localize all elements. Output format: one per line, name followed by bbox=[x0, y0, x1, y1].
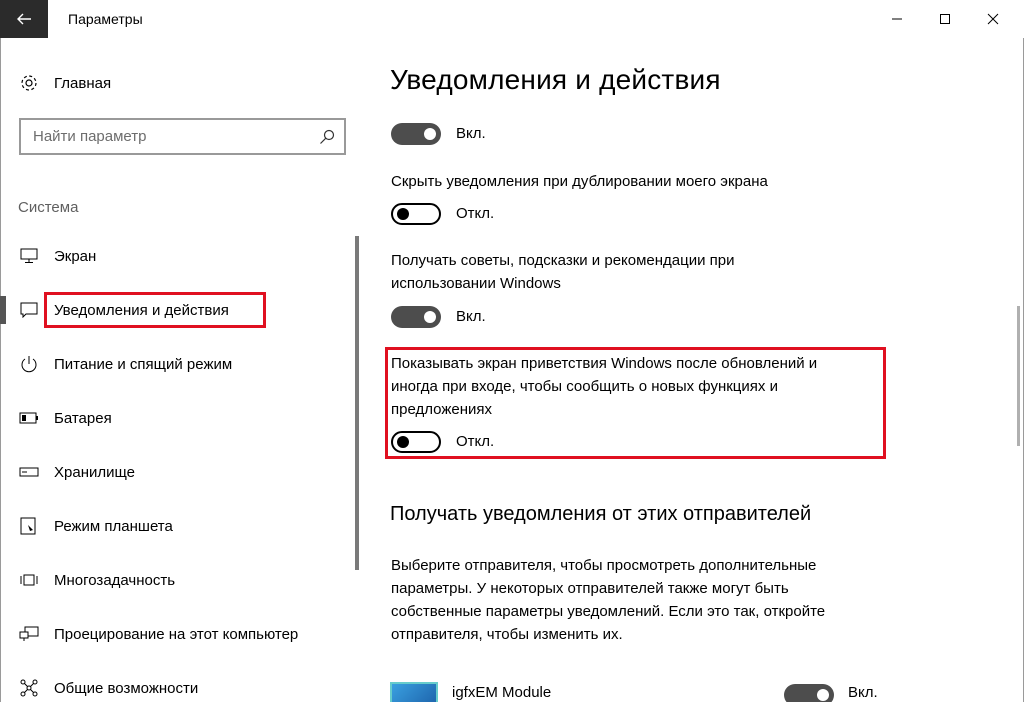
setting-2-state: Вкл. bbox=[456, 308, 486, 325]
active-indicator bbox=[0, 296, 6, 324]
setting-2-label-line1: Получать советы, подсказки и рекомендаци… bbox=[391, 252, 735, 269]
search-box[interactable] bbox=[19, 118, 346, 155]
multitask-icon bbox=[18, 569, 40, 591]
sidebar-item-shared-experiences[interactable]: Общие возможности bbox=[0, 666, 350, 702]
sidebar-item-multitasking[interactable]: Многозадачность bbox=[0, 558, 350, 602]
power-icon bbox=[18, 353, 40, 375]
sidebar-item-label: Хранилище bbox=[54, 463, 135, 481]
toggle-knob bbox=[817, 689, 829, 701]
sidebar-item-power[interactable]: Питание и спящий режим bbox=[0, 342, 350, 386]
monitor-icon bbox=[18, 245, 40, 267]
highlight-box-sidebar bbox=[44, 292, 266, 328]
project-icon bbox=[18, 623, 40, 645]
maximize-button[interactable] bbox=[922, 0, 968, 38]
maximize-icon bbox=[940, 14, 950, 24]
toggle-knob bbox=[397, 208, 409, 220]
senders-desc-line: Выберите отправителя, чтобы просмотреть … bbox=[391, 557, 817, 574]
sidebar-item-label: Многозадачность bbox=[54, 571, 176, 589]
back-button[interactable] bbox=[0, 0, 48, 38]
senders-desc-line: параметры. У некоторых отправителей такж… bbox=[391, 580, 789, 597]
close-icon bbox=[987, 13, 999, 25]
toggle-knob bbox=[424, 311, 436, 323]
minimize-button[interactable] bbox=[874, 0, 920, 38]
sidebar-home[interactable]: Главная bbox=[18, 72, 111, 94]
setting-2-toggle[interactable] bbox=[391, 306, 441, 328]
home-label: Главная bbox=[54, 74, 112, 92]
sidebar-item-label: Проецирование на этот компьютер bbox=[54, 625, 299, 643]
battery-icon bbox=[18, 407, 40, 429]
setting-1-state: Откл. bbox=[456, 205, 495, 222]
search-icon[interactable] bbox=[310, 120, 344, 154]
title-bar: Параметры bbox=[0, 0, 1024, 38]
setting-0-toggle[interactable] bbox=[391, 123, 441, 145]
gear-icon bbox=[18, 72, 40, 94]
sidebar-item-projecting[interactable]: Проецирование на этот компьютер bbox=[0, 612, 350, 656]
toggle-knob bbox=[424, 128, 436, 140]
sidebar-item-label: Экран bbox=[54, 247, 97, 265]
setting-1-toggle[interactable] bbox=[391, 203, 441, 225]
notification-icon bbox=[18, 299, 40, 321]
storage-icon bbox=[18, 461, 40, 483]
section-label-system: Система bbox=[18, 199, 79, 216]
senders-desc-line: собственные параметры уведомлений. Если … bbox=[391, 603, 826, 620]
window-title: Параметры bbox=[68, 11, 143, 27]
setting-0-state: Вкл. bbox=[456, 125, 486, 142]
sidebar-scrollbar[interactable] bbox=[355, 236, 359, 570]
search-input[interactable] bbox=[21, 128, 310, 145]
sender-toggle[interactable] bbox=[784, 684, 834, 702]
sidebar-item-label: Режим планшета bbox=[54, 517, 173, 535]
sidebar-item-screen[interactable]: Экран bbox=[0, 234, 350, 278]
sidebar-item-label: Питание и спящий режим bbox=[54, 355, 233, 373]
shared-icon bbox=[18, 677, 40, 699]
sender-name: igfxEM Module bbox=[452, 684, 552, 701]
senders-description: Выберите отправителя, чтобы просмотреть … bbox=[391, 554, 891, 646]
app-icon bbox=[390, 682, 438, 702]
sender-state: Вкл. bbox=[848, 684, 878, 701]
minimize-icon bbox=[892, 18, 902, 20]
sender-row-igfxem[interactable]: igfxEM Module Вкл. bbox=[390, 680, 890, 702]
senders-heading: Получать уведомления от этих отправителе… bbox=[390, 503, 812, 525]
sidebar-item-label: Общие возможности bbox=[54, 679, 199, 697]
page-title: Уведомления и действия bbox=[390, 64, 721, 95]
setting-2-label-line2: использовании Windows bbox=[391, 275, 561, 292]
tablet-icon bbox=[18, 515, 40, 537]
sidebar-item-label: Батарея bbox=[54, 409, 112, 427]
senders-desc-line: отправителя, чтобы изменить их. bbox=[391, 626, 623, 643]
highlight-box-setting bbox=[385, 347, 886, 459]
main-scrollbar[interactable] bbox=[1017, 306, 1020, 446]
back-arrow-icon bbox=[17, 13, 31, 25]
setting-1-label: Скрыть уведомления при дублировании моег… bbox=[391, 173, 768, 190]
sidebar-item-storage[interactable]: Хранилище bbox=[0, 450, 350, 494]
sidebar-item-battery[interactable]: Батарея bbox=[0, 396, 350, 440]
close-button[interactable] bbox=[970, 0, 1016, 38]
sidebar-item-tablet-mode[interactable]: Режим планшета bbox=[0, 504, 350, 548]
